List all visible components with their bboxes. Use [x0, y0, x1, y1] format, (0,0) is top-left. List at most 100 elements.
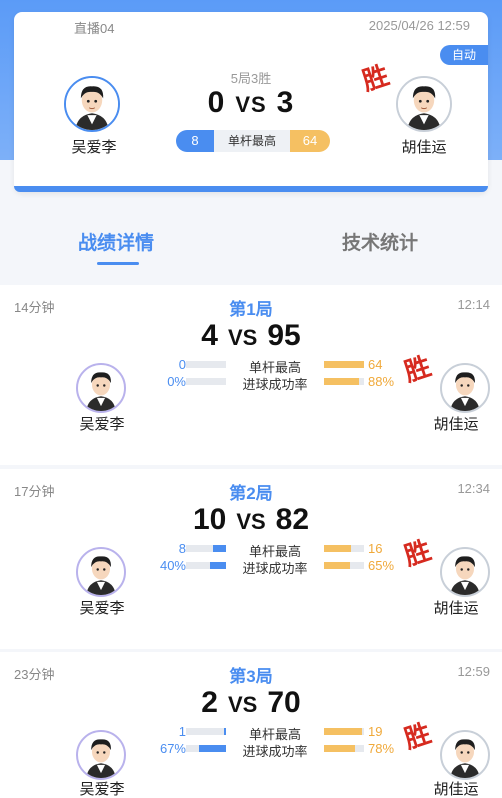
score-right: 3: [276, 86, 295, 119]
stat-right-value: 65%: [368, 558, 395, 573]
tab-bar: 战绩详情 技术统计: [0, 228, 502, 268]
stat-label: 进球成功率: [242, 744, 308, 759]
tab-technical-stats[interactable]: 技术统计: [342, 228, 418, 255]
vs-label: VS: [227, 692, 258, 717]
game-end-time: 12:14: [457, 297, 490, 312]
stat-right-fill: [324, 745, 356, 752]
score-right: 70: [267, 686, 301, 719]
auto-mode-badge[interactable]: 自动: [440, 45, 488, 65]
stat-left-bar: [186, 378, 226, 385]
tab-match-details[interactable]: 战绩详情: [78, 228, 154, 255]
stat-left-fill: [199, 745, 226, 752]
highest-break-right: 64: [290, 130, 330, 152]
stat-row-pot-success: 67% 进球成功率 78%: [160, 741, 404, 759]
game-end-time: 12:59: [457, 664, 490, 679]
player-right-avatar[interactable]: [440, 730, 490, 780]
stat-left-value: 0: [178, 357, 186, 372]
highest-break-pill: 8 单杆最高 64: [176, 130, 330, 152]
score-left: 2: [201, 686, 218, 719]
player-right-name: 胡佳运: [401, 139, 447, 156]
stat-right-bar: [324, 745, 364, 752]
player-avatar-icon: [398, 78, 450, 130]
player-left-avatar[interactable]: [76, 363, 126, 413]
player-right-name: 胡佳运: [433, 600, 479, 617]
game-score: 10 VS 82: [0, 503, 502, 537]
game-score: 4 VS 95: [0, 319, 502, 353]
player-right-name: 胡佳运: [433, 416, 479, 433]
stat-right-fill: [324, 378, 360, 385]
stat-right-value: 78%: [368, 741, 395, 756]
stat-right-bar: [324, 378, 364, 385]
vs-label: VS: [236, 509, 266, 534]
stat-right-value: 19: [368, 724, 383, 739]
stat-label: 进球成功率: [242, 377, 308, 392]
stat-right-bar: [324, 728, 364, 735]
stat-row-highest-break: 1 单杆最高 19: [164, 724, 404, 742]
stat-right-value: 64: [368, 357, 383, 372]
score-right: 82: [275, 503, 310, 536]
game-title: 第3局: [229, 667, 273, 686]
stat-row-highest-break: 0 单杆最高 64: [164, 357, 404, 375]
player-left-name: 吴爱李: [79, 416, 125, 433]
player-avatar-icon: [86, 372, 116, 411]
stat-left-bar: [186, 728, 226, 735]
player-right-avatar[interactable]: [396, 76, 452, 132]
stat-row-pot-success: 0% 进球成功率 88%: [164, 374, 404, 392]
stat-left-value: 8: [178, 541, 186, 556]
player-avatar-icon: [450, 739, 480, 778]
game-title: 第1局: [229, 300, 273, 319]
vs-label: VS: [235, 92, 267, 117]
stat-left-bar: [186, 361, 226, 368]
channel-label: 直播04: [74, 21, 115, 36]
game-card[interactable]: 14分钟 第1局 12:14 4 VS 95 0 单杆最高 64 0% 进球成功率 …: [0, 285, 502, 465]
stat-right-fill: [324, 545, 351, 552]
active-tab-indicator: [97, 262, 139, 265]
player-avatar-icon: [86, 556, 116, 595]
stat-right-fill: [324, 562, 350, 569]
stat-left-bar: [186, 562, 226, 569]
player-right-name: 胡佳运: [433, 781, 479, 798]
score-left: 4: [201, 319, 218, 352]
player-left-name: 吴爱李: [79, 781, 125, 798]
stat-right-bar: [324, 361, 364, 368]
stat-left-fill: [210, 562, 226, 569]
player-right-avatar[interactable]: [440, 363, 490, 413]
vs-label: VS: [227, 325, 258, 350]
game-card[interactable]: 23分钟 第3局 12:59 2 VS 70 1 单杆最高 19 67% 进球成功率…: [0, 652, 502, 798]
stat-left-fill: [212, 545, 226, 552]
game-card[interactable]: 17分钟 第2局 12:34 10 VS 82 8 单杆最高 16 40% 进球成功…: [0, 469, 502, 649]
game-end-time: 12:34: [457, 481, 490, 496]
score-left: 0: [207, 86, 226, 119]
stat-right-value: 16: [368, 541, 383, 556]
player-left-name: 吴爱李: [79, 600, 125, 617]
score-right: 95: [267, 319, 301, 352]
stat-left-value: 40%: [159, 558, 186, 573]
stat-right-fill: [324, 728, 362, 735]
stat-left-value: 1: [178, 724, 186, 739]
stat-right-bar: [324, 545, 364, 552]
stat-right-fill: [324, 361, 364, 368]
stat-left-bar: [186, 745, 226, 752]
stat-row-highest-break: 8 单杆最高 16: [164, 541, 404, 559]
game-score: 2 VS 70: [0, 686, 502, 720]
player-left-avatar[interactable]: [76, 730, 126, 780]
player-right-avatar[interactable]: [440, 547, 490, 597]
player-avatar-icon: [450, 372, 480, 411]
stat-right-value: 88%: [368, 374, 395, 389]
match-datetime: 2025/04/26 12:59: [368, 18, 470, 33]
highest-break-label: 单杆最高: [214, 130, 290, 152]
stat-left-value: 0%: [167, 374, 186, 389]
stat-left-fill: [224, 728, 226, 735]
stat-left-value: 67%: [159, 741, 186, 756]
game-title: 第2局: [229, 484, 273, 503]
stat-right-bar: [324, 562, 364, 569]
player-left-name: 吴爱李: [71, 139, 117, 156]
stat-label: 进球成功率: [242, 561, 308, 576]
score-left: 10: [192, 503, 227, 536]
player-left-avatar[interactable]: [76, 547, 126, 597]
player-avatar-icon: [86, 739, 116, 778]
highest-break-left: 8: [176, 130, 214, 152]
stat-row-pot-success: 40% 进球成功率 65%: [160, 558, 404, 576]
match-summary-card: 直播04 2025/04/26 12:59 自动 吴爱李 5局3胜 0 VS 3 8…: [14, 12, 488, 192]
player-avatar-icon: [450, 556, 480, 595]
